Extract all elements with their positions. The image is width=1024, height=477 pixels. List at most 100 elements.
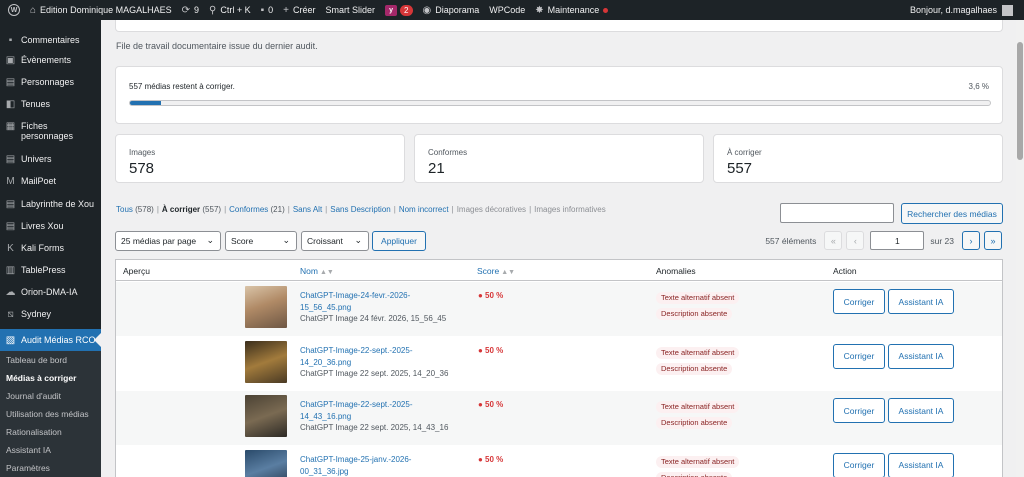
ai-assistant-button[interactable]: Assistant IA xyxy=(888,343,954,369)
maintenance-link[interactable]: ✸ Maintenance xyxy=(530,0,613,20)
stat-value: 578 xyxy=(129,160,155,177)
media-thumbnail[interactable] xyxy=(245,395,287,437)
submenu-item-3[interactable]: Utilisation des médias xyxy=(0,405,101,423)
file-name-link[interactable]: ChatGPT-Image-25-janv.-2026-00_31_36.jpg xyxy=(300,454,450,477)
sidebar-item-commentaires[interactable]: ▪ Commentaires xyxy=(0,33,101,51)
smart-slider-link[interactable]: Smart Slider xyxy=(321,0,381,20)
column-score[interactable]: Score ▲▼ xyxy=(477,266,515,276)
filter-decorative[interactable]: Images décoratives xyxy=(457,205,526,214)
filter-all[interactable]: Tous xyxy=(116,205,133,214)
anomaly-badge: Description absente xyxy=(656,471,733,477)
sidebar-item-tablepress[interactable]: ▥ TablePress xyxy=(0,263,101,281)
submenu-item-1[interactable]: Médias à corriger xyxy=(0,369,101,387)
page-scrollbar[interactable] xyxy=(1016,20,1024,477)
sidebar-item-label: Sydney xyxy=(21,309,52,319)
submenu-item-0[interactable]: Tableau de bord xyxy=(0,351,101,369)
yoast-link[interactable]: y2 xyxy=(380,0,417,20)
next-page-button[interactable]: › xyxy=(962,231,980,250)
wpcode-link[interactable]: WPCode xyxy=(484,0,530,20)
sidebar-item-univers[interactable]: ▤ Univers xyxy=(0,152,101,170)
sidebar-item-label: Évènements xyxy=(21,55,72,65)
score-value: ● 50 % xyxy=(478,454,504,464)
media-table: Aperçu Nom ▲▼ Score ▲▼ Anomalies Action Ch… xyxy=(115,259,1003,477)
order-select[interactable]: Croissant ⌄ xyxy=(301,231,369,251)
prev-page-button[interactable]: ‹ xyxy=(846,231,865,250)
sidebar-item-sydney[interactable]: ⧅ Sydney xyxy=(0,307,101,325)
fix-button[interactable]: Corriger xyxy=(833,398,885,423)
media-thumbnail[interactable] xyxy=(245,286,287,328)
submenu-item-2[interactable]: Journal d'audit xyxy=(0,387,101,405)
fix-button[interactable]: Corriger xyxy=(833,452,885,477)
submenu-item-4[interactable]: Rationalisation xyxy=(0,423,101,441)
sort-by-select[interactable]: Score ⌄ xyxy=(225,231,297,251)
sidebar-item-label: Kali Forms xyxy=(21,243,65,253)
book-icon: ▤ xyxy=(5,77,16,88)
stat-value: 557 xyxy=(727,160,753,177)
sidebar-item-label: MailPoet xyxy=(21,176,57,186)
sidebar-item-livres-xou[interactable]: ▤ Livres Xou xyxy=(0,219,101,237)
sidebar-item-label: Orion-DMA-IA xyxy=(21,287,78,297)
apply-button[interactable]: Appliquer xyxy=(372,231,426,251)
filter-bad-name[interactable]: Nom incorrect xyxy=(399,205,449,214)
file-name-link[interactable]: ChatGPT-Image-22-sept.-2025-14_43_16.png xyxy=(300,399,450,423)
table-row: ChatGPT-Image-24-fevr.-2026-15_56_45.png… xyxy=(116,282,1002,336)
status-dot xyxy=(603,7,609,13)
filter-no-description[interactable]: Sans Description xyxy=(330,205,390,214)
account-link[interactable]: Bonjour, d.magalhaes xyxy=(905,0,1018,20)
table-header: Aperçu Nom ▲▼ Score ▲▼ Anomalies Action xyxy=(116,260,1002,281)
site-name-link[interactable]: ⌂ Edition Dominique MAGALHAES xyxy=(25,0,177,20)
sidebar-item--v-nements[interactable]: ▣ Évènements xyxy=(0,53,101,71)
filter-no-alt[interactable]: Sans Alt xyxy=(293,205,322,214)
stat-card-images: Images 578 xyxy=(115,134,405,183)
sidebar-item-audit-m-dias-rco[interactable]: ▧ Audit Médias RCO xyxy=(0,329,101,351)
sidebar-item-labyrinthe-de-xou[interactable]: ▤ Labyrinthe de Xou xyxy=(0,197,101,215)
first-page-button[interactable]: « xyxy=(824,231,843,250)
per-page-select[interactable]: 25 médias par page ⌄ xyxy=(115,231,221,251)
sidebar-item-label: Tenues xyxy=(21,99,51,109)
sidebar-item-mailpoet[interactable]: M MailPoet xyxy=(0,174,101,192)
sidebar-item-orion-dma-ia[interactable]: ☁ Orion-DMA-IA xyxy=(0,285,101,303)
file-name-link[interactable]: ChatGPT-Image-24-fevr.-2026-15_56_45.png xyxy=(300,290,450,314)
ai-assistant-button[interactable]: Assistant IA xyxy=(888,289,954,314)
filter-to-fix[interactable]: À corriger xyxy=(162,205,200,214)
submenu-item-5[interactable]: Assistant IA xyxy=(0,441,101,459)
table-row: ChatGPT-Image-22-sept.-2025-14_43_16.png… xyxy=(116,391,1002,445)
column-name[interactable]: Nom ▲▼ xyxy=(300,266,334,276)
last-page-button[interactable]: » xyxy=(984,231,1002,250)
ai-assistant-button[interactable]: Assistant IA xyxy=(888,398,954,423)
command-search-link[interactable]: ⚲ Ctrl + K xyxy=(204,0,256,20)
sort-icon: ▲▼ xyxy=(501,269,516,276)
search-input[interactable] xyxy=(780,203,894,223)
anomaly-badge: Texte alternatif absent xyxy=(656,455,740,468)
fix-button[interactable]: Corriger xyxy=(833,289,885,314)
search-button[interactable]: Rechercher des médias xyxy=(901,203,1003,224)
sidebar-item-label: TablePress xyxy=(21,265,66,275)
comments-link[interactable]: ▪ 0 xyxy=(256,0,279,20)
score-value: ● 50 % xyxy=(478,345,504,355)
fix-button[interactable]: Corriger xyxy=(833,343,885,369)
chevron-down-icon: ⌄ xyxy=(206,235,214,245)
scrollbar-thumb[interactable] xyxy=(1017,42,1023,160)
stat-label: Conformes xyxy=(428,148,468,157)
diaporama-link[interactable]: ◉ Diaporama xyxy=(418,0,485,20)
page-input[interactable]: 1 xyxy=(870,231,925,250)
wordpress-logo-icon[interactable]: W xyxy=(0,0,25,20)
sidebar-item-kali-forms[interactable]: K Kali Forms xyxy=(0,241,101,259)
table-row: ChatGPT-Image-22-sept.-2025-14_20_36.png… xyxy=(116,337,1002,391)
media-thumbnail[interactable] xyxy=(245,340,287,383)
filter-informative[interactable]: Images informatives xyxy=(534,205,606,214)
anomaly-badge: Texte alternatif absent xyxy=(656,401,740,413)
kali-icon: K xyxy=(7,243,14,254)
new-content-link[interactable]: + Créer xyxy=(278,0,320,20)
filter-compliant[interactable]: Conformes xyxy=(229,205,268,214)
tag-icon: ◧ xyxy=(5,99,16,110)
updates-link[interactable]: ⟳ 9 xyxy=(177,0,204,20)
mailpoet-icon: M xyxy=(6,176,15,187)
sidebar-item-fiches-personnages[interactable]: ▦ Fiches personnages xyxy=(0,119,101,153)
sidebar-item-personnages[interactable]: ▤ Personnages xyxy=(0,75,101,93)
sidebar-item-tenues[interactable]: ◧ Tenues xyxy=(0,97,101,115)
file-name-link[interactable]: ChatGPT-Image-22-sept.-2025-14_20_36.png xyxy=(300,345,450,369)
ai-assistant-button[interactable]: Assistant IA xyxy=(888,452,954,477)
submenu-item-6[interactable]: Paramètres xyxy=(0,459,101,477)
media-thumbnail[interactable] xyxy=(245,449,287,477)
